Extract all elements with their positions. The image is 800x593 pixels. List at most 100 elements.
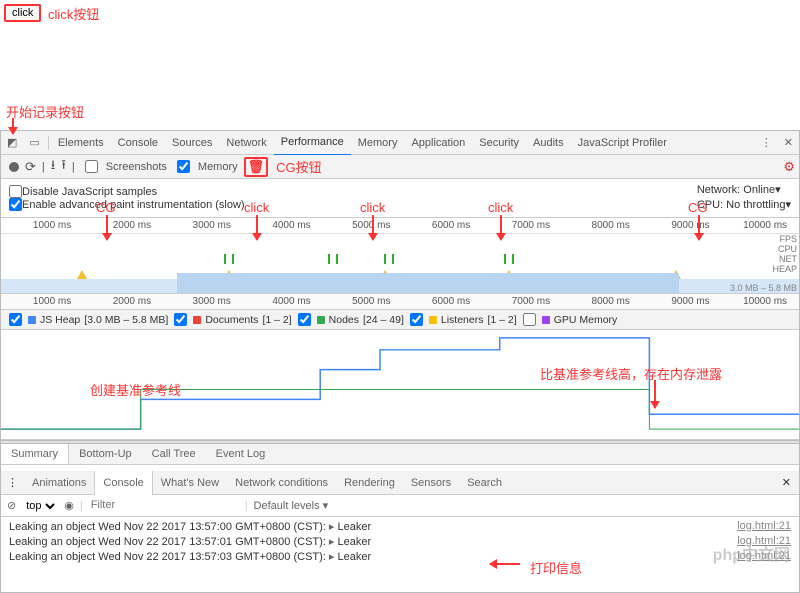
gear-icon[interactable]: ⚙ <box>783 159 795 175</box>
listeners-checkbox[interactable] <box>410 313 423 326</box>
more-icon[interactable]: ⋮ <box>755 136 778 149</box>
tab-application[interactable]: Application <box>404 131 472 155</box>
drawer-whatsnew[interactable]: What's New <box>153 471 227 495</box>
clear-console-icon[interactable]: ⊘ <box>7 499 16 512</box>
record-button[interactable] <box>9 162 19 172</box>
timeline-ruler-sub[interactable]: 1000 ms 2000 ms 3000 ms 4000 ms 5000 ms … <box>1 294 799 310</box>
separator <box>48 136 49 150</box>
tab-performance[interactable]: Performance <box>274 130 351 156</box>
disable-js-samples-checkbox[interactable] <box>9 185 22 198</box>
tick: 7000 ms <box>512 296 550 307</box>
summary-tabs: Summary Bottom-Up Call Tree Event Log <box>1 444 799 465</box>
drawer-tabs: ⋮ Animations Console What's New Network … <box>1 471 799 495</box>
documents-swatch <box>193 316 201 324</box>
tick: 6000 ms <box>432 296 470 307</box>
tab-elements[interactable]: Elements <box>51 131 111 155</box>
nodes-swatch <box>317 316 325 324</box>
drawer-search[interactable]: Search <box>459 471 510 495</box>
drawer-sensors[interactable]: Sensors <box>403 471 459 495</box>
context-select[interactable]: top <box>22 499 58 513</box>
arrow-icon <box>490 563 520 565</box>
tick: 8000 ms <box>592 220 630 231</box>
nodes-checkbox[interactable] <box>298 313 311 326</box>
overview-panel[interactable]: FPSCPUNETHEAP 3.0 MB – 5.8 MB <box>1 234 799 294</box>
memory-checkbox[interactable] <box>177 160 190 173</box>
documents-label: Documents <box>205 314 258 326</box>
documents-checkbox[interactable] <box>174 313 187 326</box>
perf-toolbar: ⟳ | ⭳ ⭱ | Screenshots Memory 🗑 CG按钮 ⚙ <box>1 155 799 179</box>
tab-jsprofiler[interactable]: JavaScript Profiler <box>571 131 674 155</box>
overview-labels: FPSCPUNETHEAP <box>772 234 797 274</box>
drawer-netcond[interactable]: Network conditions <box>227 471 336 495</box>
close-icon[interactable]: ✕ <box>778 136 799 149</box>
drawer-console[interactable]: Console <box>94 471 152 495</box>
tick: 2000 ms <box>113 296 151 307</box>
nodes-label: Nodes <box>329 314 359 326</box>
cpu-select[interactable]: No throttling <box>726 199 785 211</box>
drawer-close-icon[interactable]: ✕ <box>774 476 799 489</box>
tab-console[interactable]: Console <box>111 131 165 155</box>
console-source-link[interactable]: log.html:21 <box>737 520 791 533</box>
tab-memory[interactable]: Memory <box>351 131 405 155</box>
tick: 9000 ms <box>671 296 709 307</box>
gc-button[interactable]: 🗑 <box>244 157 269 177</box>
cpu-label: CPU: <box>697 199 723 211</box>
device-icon[interactable]: ▭ <box>23 136 45 149</box>
tab-sources[interactable]: Sources <box>165 131 219 155</box>
jsheap-checkbox[interactable] <box>9 313 22 326</box>
tab-bottomup[interactable]: Bottom-Up <box>69 444 142 464</box>
memory-legend: JS Heap [3.0 MB – 5.8 MB] Documents [1 –… <box>1 310 799 330</box>
download-icon[interactable]: ⭳ <box>51 156 56 178</box>
tab-network[interactable]: Network <box>219 131 273 155</box>
nodes-line <box>1 389 799 429</box>
gpu-checkbox[interactable] <box>523 313 536 326</box>
drawer-more-icon[interactable]: ⋮ <box>1 476 24 489</box>
console-row: Leaking an object Wed Nov 22 2017 13:57:… <box>1 549 799 564</box>
watermark: php中文网 <box>713 541 790 565</box>
jsheap-line <box>1 338 799 429</box>
listeners-swatch <box>429 316 437 324</box>
drawer-rendering[interactable]: Rendering <box>336 471 403 495</box>
documents-range: [1 – 2] <box>262 314 291 326</box>
tick: 6000 ms <box>432 220 470 231</box>
tab-summary[interactable]: Summary <box>1 444 69 464</box>
memory-label: Memory <box>198 161 238 173</box>
enable-paint-checkbox[interactable] <box>9 198 22 211</box>
screenshots-label: Screenshots <box>106 161 167 173</box>
console-object[interactable]: Leaker <box>329 521 371 533</box>
disable-js-samples-label: Disable JavaScript samples <box>22 186 157 198</box>
levels-select[interactable]: Default levels ▾ <box>254 499 329 512</box>
tick: 10000 ms <box>743 296 787 307</box>
tab-security[interactable]: Security <box>472 131 526 155</box>
reload-icon[interactable]: ⟳ <box>25 159 36 175</box>
listeners-label: Listeners <box>441 314 484 326</box>
screenshots-checkbox[interactable] <box>85 160 98 173</box>
tick: 4000 ms <box>272 220 310 231</box>
arrow-icon <box>654 380 656 408</box>
listeners-range: [1 – 2] <box>487 314 516 326</box>
drawer-animations[interactable]: Animations <box>24 471 94 495</box>
jsheap-label: JS Heap <box>40 314 80 326</box>
heap-range: 3.0 MB – 5.8 MB <box>730 283 797 293</box>
tab-audits[interactable]: Audits <box>526 131 571 155</box>
tick: 1000 ms <box>33 220 71 231</box>
arrow-icon <box>500 215 502 240</box>
tick: 8000 ms <box>592 296 630 307</box>
console-filter-bar: ⊘ top ◉ | | Default levels ▾ <box>1 495 799 517</box>
timeline-ruler[interactable]: 1000 ms 2000 ms 3000 ms 4000 ms 5000 ms … <box>1 218 799 234</box>
console-object[interactable]: Leaker <box>329 551 371 563</box>
console-output[interactable]: Leaking an object Wed Nov 22 2017 13:57:… <box>1 517 799 592</box>
memory-chart[interactable] <box>1 330 799 440</box>
anno-click-label: click按钮 <box>48 4 99 23</box>
eye-icon[interactable]: ◉ <box>64 499 74 512</box>
upload-icon[interactable]: ⭱ <box>61 156 66 178</box>
network-select[interactable]: Online <box>743 184 775 196</box>
click-button[interactable]: click <box>4 4 41 22</box>
filter-input[interactable] <box>89 497 239 514</box>
console-object[interactable]: Leaker <box>329 536 371 548</box>
tab-eventlog[interactable]: Event Log <box>206 444 276 464</box>
console-row: Leaking an object Wed Nov 22 2017 13:57:… <box>1 534 799 549</box>
tab-calltree[interactable]: Call Tree <box>142 444 206 464</box>
capture-options: Disable JavaScript samples Enable advanc… <box>1 179 799 218</box>
gpu-swatch <box>542 316 550 324</box>
